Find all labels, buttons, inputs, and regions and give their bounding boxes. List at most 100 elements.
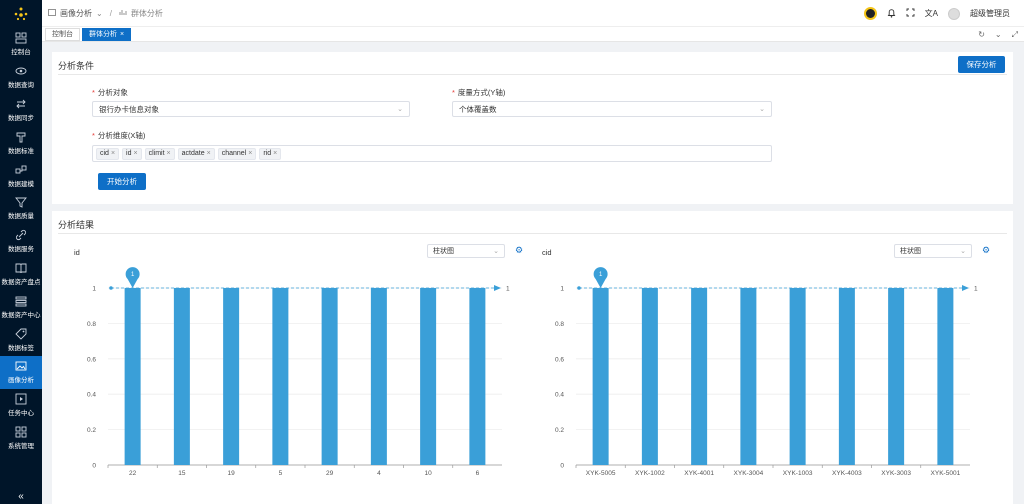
bar — [370, 288, 387, 465]
x-tick-label: 29 — [326, 470, 334, 477]
bar-chart: 00.20.40.60.8122 15 19 5 29 4 10 611 — [87, 267, 510, 477]
x-tick-label: 15 — [178, 470, 186, 477]
mark-line-start — [577, 286, 581, 290]
coin-icon[interactable] — [863, 7, 877, 20]
bar — [740, 288, 757, 465]
mark-line-label: 1 — [974, 286, 978, 293]
sidebar-item-label: 数据资产中心 — [1, 311, 41, 319]
bar-chart: 0 0.2 0.4 0.6 0.8 1 XYK-5005 XYK-1002 XYK-4001 XY… — [555, 267, 978, 477]
sidebar-item-12[interactable]: 系统管理 — [0, 422, 42, 455]
measure-label: * 度量方式(Y轴) — [452, 88, 506, 97]
sidebar-item-3[interactable]: 数据标准 — [0, 126, 42, 159]
sidebar-item-8[interactable]: 数据资产中心 — [0, 290, 42, 323]
gear-icon[interactable]: ⚙ — [515, 245, 523, 256]
dimension-tag: climit × — [144, 147, 175, 160]
x-tick-label: 22 — [129, 470, 137, 477]
mark-line-arrow — [962, 285, 969, 291]
panel-title: 分析结果 — [58, 220, 95, 230]
chart-icon — [119, 9, 127, 18]
tag-icon — [15, 328, 27, 340]
sidebar-item-11[interactable]: 任务中心 — [0, 389, 42, 422]
image-icon — [48, 8, 56, 18]
mark-line-label: 1 — [506, 286, 510, 293]
object-value: 银行办卡信息对象 — [99, 104, 159, 114]
close-icon[interactable]: × — [207, 150, 211, 157]
chart-card-cid: 0 0.2 0.4 0.6 0.8 1 XYK-5005 XYK-1002 XYK-4001 XY… — [532, 239, 994, 501]
y-tick-label: 0.2 — [87, 427, 96, 434]
y-tick-label: 0.8 — [555, 321, 564, 328]
image-icon — [15, 360, 27, 372]
mark-line-arrow — [494, 285, 501, 291]
app-logo[interactable] — [0, 0, 42, 28]
sidebar-item-6[interactable]: 数据服务 — [0, 225, 42, 258]
sync-icon — [15, 98, 27, 110]
bar — [838, 288, 855, 465]
x-tick-label: XYK-3004 — [734, 470, 764, 477]
book-icon — [15, 262, 27, 274]
breadcrumb-item-portrait[interactable]: 画像分析 — [60, 8, 92, 19]
expand-icon[interactable]: ⤢ — [1012, 30, 1018, 40]
refresh-icon[interactable]: ↻ — [978, 30, 985, 39]
close-icon[interactable]: × — [248, 150, 252, 157]
sidebar-item-7[interactable]: 数据资产盘点 — [0, 258, 42, 291]
bar — [223, 288, 240, 465]
sidebar-item-label: 数据查询 — [8, 82, 34, 90]
translate-icon[interactable]: 文A — [925, 8, 938, 19]
y-tick-label: 0.4 — [555, 392, 564, 399]
bar — [691, 288, 708, 465]
tag-label: climit — [148, 150, 165, 157]
chart-type-select[interactable]: 柱状图 ⌄ — [427, 244, 505, 258]
sidebar: 控制台数据查询数据同步 数据标准 数据建模数据质量数据服务 数据资产盘点数据资产中心数… — [0, 0, 42, 504]
sidebar-item-label: 画像分析 — [8, 377, 34, 385]
save-analysis-button[interactable]: 保存分析 — [958, 56, 1005, 73]
close-icon[interactable]: × — [134, 150, 138, 157]
bar — [420, 288, 437, 465]
sidebar-item-label: 数据质量 — [8, 213, 34, 221]
bell-icon[interactable] — [887, 8, 896, 20]
chevron-down-icon[interactable]: ⌄ — [995, 30, 1002, 39]
user-name[interactable]: 超级管理员 — [970, 8, 1010, 19]
bar — [888, 288, 905, 465]
sidebar-item-0[interactable]: 控制台 — [0, 28, 42, 61]
bar — [789, 288, 806, 465]
fullscreen-icon[interactable] — [906, 8, 915, 19]
measure-select[interactable]: 个体覆盖数 ⌄ — [452, 101, 772, 117]
chevron-down-icon: ⌄ — [96, 8, 103, 18]
dimension-tag: rid × — [259, 147, 282, 160]
bar — [592, 288, 609, 465]
close-icon[interactable]: × — [120, 31, 124, 38]
sidebar-item-10[interactable]: 画像分析 — [0, 355, 42, 389]
gear-icon[interactable]: ⚙ — [982, 245, 990, 256]
bar — [173, 288, 190, 465]
sidebar-item-2[interactable]: 数据同步 — [0, 94, 42, 127]
close-icon[interactable]: × — [167, 150, 171, 157]
model-icon — [15, 164, 27, 176]
tabs-bar: 控制台 群体分析 × ↻ ⌄ ⤢ — [42, 27, 1024, 42]
chart-title: cid — [542, 248, 552, 257]
close-icon[interactable]: × — [273, 150, 277, 157]
y-tick-label: 1 — [92, 286, 96, 293]
tab-label: 控制台 — [52, 31, 73, 38]
y-tick-label: 0.8 — [87, 321, 96, 328]
bar — [469, 288, 486, 465]
x-tick-label: XYK-4001 — [684, 470, 714, 477]
object-label: * 分析对象 — [92, 88, 128, 97]
sidebar-item-5[interactable]: 数据质量 — [0, 192, 42, 225]
sidebar-collapse-button[interactable]: « — [0, 488, 42, 504]
sidebar-item-9[interactable]: 数据标签 — [0, 323, 42, 356]
start-analysis-button[interactable]: 开始分析 — [98, 173, 146, 190]
tab-group-analysis[interactable]: 群体分析 × — [82, 27, 132, 41]
object-select[interactable]: 银行办卡信息对象 ⌄ — [92, 101, 410, 117]
tab-dashboard[interactable]: 控制台 — [45, 27, 80, 41]
sidebar-item-1[interactable]: 数据查询 — [0, 61, 42, 94]
close-icon[interactable]: × — [111, 150, 115, 157]
dimension-tag-input[interactable]: cid × id × climit × actdate × channel × rid × — [92, 145, 772, 162]
chevron-down-icon: ⌄ — [397, 106, 403, 113]
avatar[interactable] — [948, 7, 960, 20]
chart-type-select[interactable]: 柱状图 ⌄ — [894, 244, 972, 258]
sidebar-item-4[interactable]: 数据建模 — [0, 159, 42, 192]
standard-icon — [15, 131, 27, 143]
mark-line-start — [109, 286, 113, 290]
x-tick-label: XYK-3003 — [881, 470, 911, 477]
bar — [937, 288, 954, 465]
